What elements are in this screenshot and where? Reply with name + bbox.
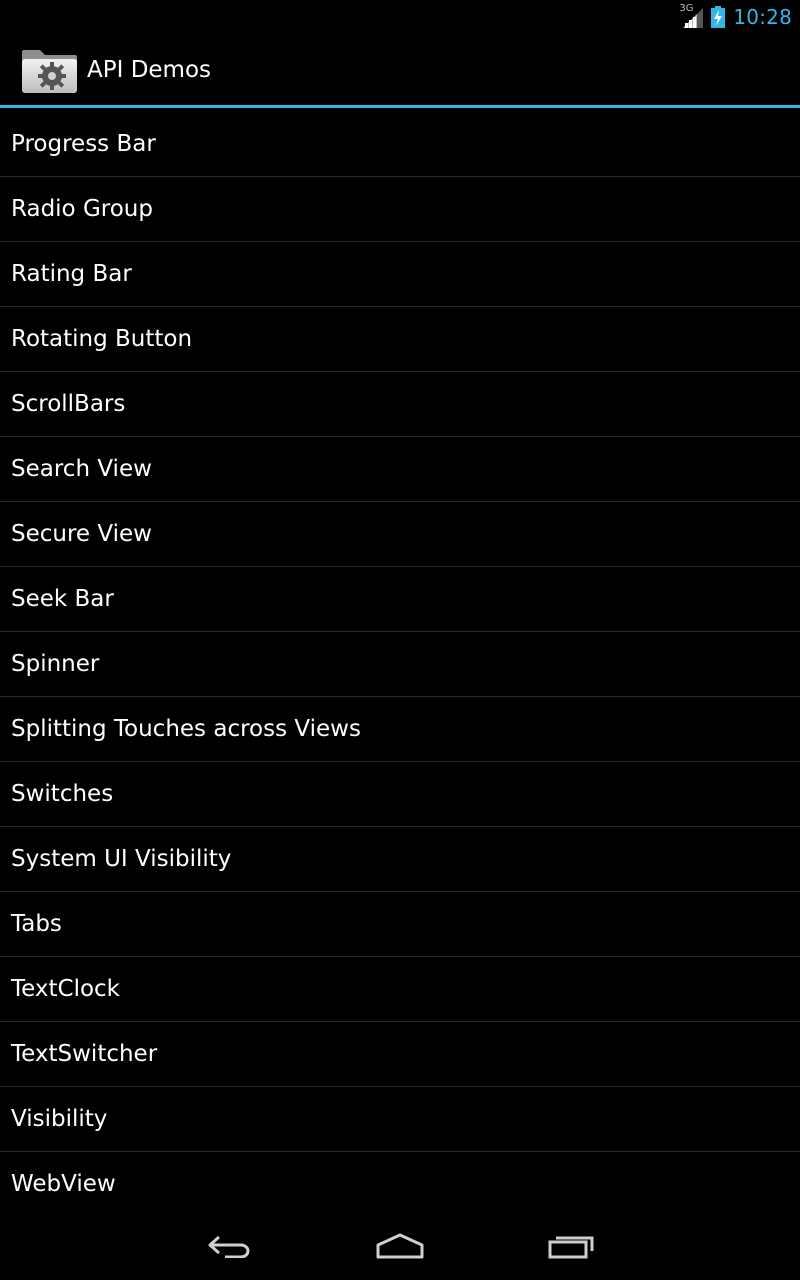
list-item-label: Search View: [11, 456, 152, 482]
list-item-label: ScrollBars: [11, 391, 126, 417]
list-item-webview[interactable]: WebView: [0, 1152, 800, 1216]
list-item-label: Spinner: [11, 651, 100, 677]
battery-charging-icon: [711, 5, 726, 28]
home-icon: [375, 1233, 425, 1263]
list-item-label: WebView: [11, 1171, 116, 1197]
list-item-label: TextClock: [11, 976, 121, 1002]
list-item-splitting-touches[interactable]: Splitting Touches across Views: [0, 697, 800, 762]
list-item-radio-group[interactable]: Radio Group: [0, 177, 800, 242]
list-item-visibility[interactable]: Visibility: [0, 1087, 800, 1152]
status-icons: 3G 10:28: [679, 0, 792, 33]
list-item-label: Secure View: [11, 521, 152, 547]
list-item-secure-view[interactable]: Secure View: [0, 502, 800, 567]
list-item-scrollbars[interactable]: ScrollBars: [0, 372, 800, 437]
list-item-progress-bar[interactable]: Progress Bar: [0, 112, 800, 177]
list-item-label: Rating Bar: [11, 261, 132, 287]
list-item-label: Seek Bar: [11, 586, 114, 612]
list-item-label: Visibility: [11, 1106, 108, 1132]
list-item-tabs[interactable]: Tabs: [0, 892, 800, 957]
network-type-label: 3G: [679, 2, 694, 14]
list-item-textswitcher[interactable]: TextSwitcher: [0, 1022, 800, 1087]
list-item-label: Tabs: [11, 911, 62, 937]
home-button[interactable]: [355, 1216, 445, 1280]
list-item-label: Switches: [11, 781, 114, 807]
screen: 3G 10:28 API Demos Progress Bar Radio Gr…: [0, 0, 800, 1280]
list-item-system-ui-visibility[interactable]: System UI Visibility: [0, 827, 800, 892]
list-item-rating-bar[interactable]: Rating Bar: [0, 242, 800, 307]
list-item-search-view[interactable]: Search View: [0, 437, 800, 502]
list-item-textclock[interactable]: TextClock: [0, 957, 800, 1022]
list-item-label: TextSwitcher: [11, 1041, 158, 1067]
status-clock: 10:28: [733, 4, 792, 29]
back-icon: [207, 1234, 253, 1262]
list-item-switches[interactable]: Switches: [0, 762, 800, 827]
list-item-label: Splitting Touches across Views: [11, 716, 361, 742]
action-bar: API Demos: [0, 33, 800, 108]
list-item-label: System UI Visibility: [11, 846, 232, 872]
list-item-spinner[interactable]: Spinner: [0, 632, 800, 697]
recents-button[interactable]: [526, 1216, 616, 1280]
app-title: API Demos: [87, 57, 212, 83]
recents-icon: [548, 1233, 594, 1263]
list-item-seek-bar[interactable]: Seek Bar: [0, 567, 800, 632]
list-item-label: Rotating Button: [11, 326, 193, 352]
list-item-rotating-button[interactable]: Rotating Button: [0, 307, 800, 372]
folder-gear-icon[interactable]: [20, 46, 78, 94]
status-bar: 3G 10:28: [0, 0, 800, 33]
cell-signal-icon: 3G: [679, 2, 704, 28]
list-item-label: Progress Bar: [11, 131, 156, 157]
demo-list: Progress Bar Radio Group Rating Bar Rota…: [0, 112, 800, 1216]
navigation-bar: [0, 1216, 800, 1280]
back-button[interactable]: [185, 1216, 275, 1280]
list-item-label: Radio Group: [11, 196, 153, 222]
